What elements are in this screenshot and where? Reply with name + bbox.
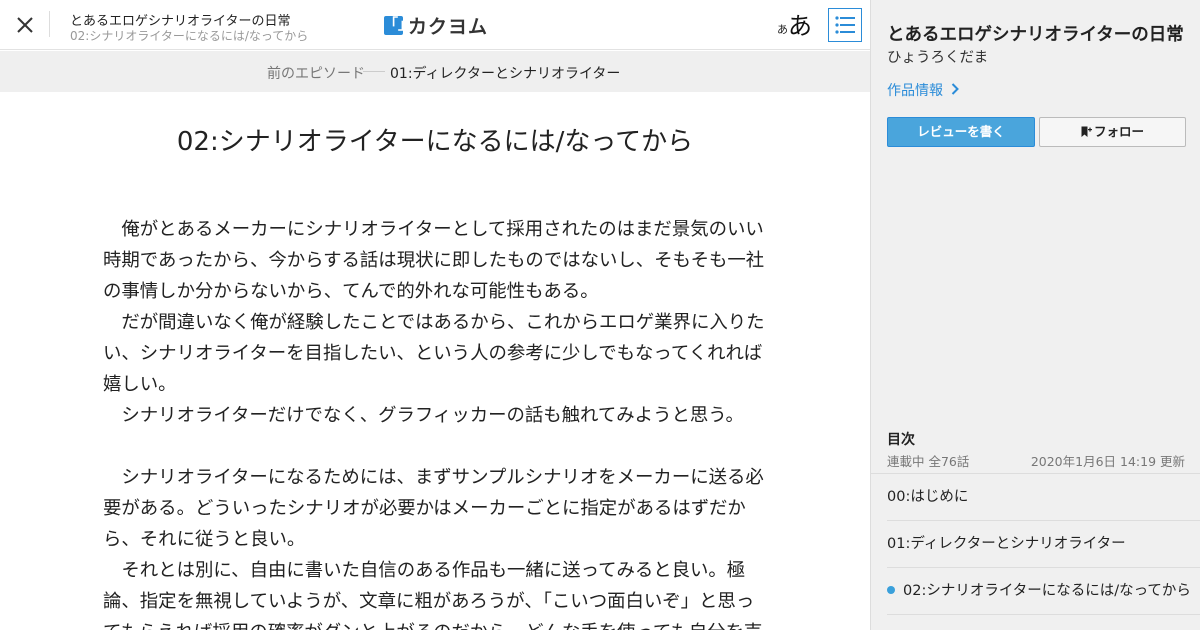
toc-item-title: 01:ディレクターとシナリオライター <box>887 536 1126 552</box>
body-line: シナリオライターになるためには、まずサンプルシナリオをメーカーに送る必 <box>103 467 764 488</box>
prev-episode-label[interactable]: 前のエピソード <box>267 63 365 83</box>
body-line: い、シナリオライターを目指したい、という人の参考に少しでもなってくれれば <box>103 343 763 364</box>
body-line: それとは別に、自由に書いた自信のある作品も一緒に送ってみると良い。極 <box>103 560 746 581</box>
work-info-link[interactable]: 作品情報 <box>887 80 959 100</box>
sidebar-author[interactable]: ひょうろくだま <box>887 46 988 67</box>
font-size-button[interactable]: あ あ <box>777 8 812 40</box>
toc-item[interactable]: 00:はじめに <box>887 474 1200 521</box>
toc-item-current[interactable]: 02:シナリオライターになるには/なってから <box>887 568 1200 615</box>
font-size-large-glyph: あ <box>788 12 812 40</box>
sidebar-work-title[interactable]: とあるエロゲシナリオライターの日常 <box>887 21 1184 46</box>
follow-label: フォロー <box>1093 124 1144 139</box>
toc-heading: 目次 <box>887 432 915 448</box>
body-line: 要がある。どういったシナリオが必要かはメーカーごとに指定があるはずだか <box>103 498 746 519</box>
nav-separator <box>363 71 385 72</box>
bookmark-plus-icon <box>1081 126 1092 137</box>
header-divider <box>49 11 50 37</box>
follow-button[interactable]: フォロー <box>1039 117 1186 147</box>
body-line: の事情しか分からないから、てんで的外れな可能性もある。 <box>103 281 599 302</box>
episode-navigation: 前のエピソード 01:ディレクターとシナリオライター <box>0 51 870 92</box>
current-episode-dot-icon <box>887 586 895 594</box>
work-sidebar: とあるエロゲシナリオライターの日常 ひょうろくだま 作品情報 レビューを書く フ… <box>870 0 1200 630</box>
episode-body: 俺がとあるメーカーにシナリオライターとして採用されたのはまだ景気のいい 時期であっ… <box>103 214 765 630</box>
body-line: シナリオライターだけでなく、グラフィッカーの話も触れてみようと思う。 <box>103 405 744 426</box>
body-line: てもらえれば採用の確率がグンと上がるのだから、どんな手を使っても自分を売 <box>103 617 762 630</box>
font-size-small-glyph: あ <box>777 23 788 36</box>
logo-text: カクヨム <box>408 15 489 38</box>
body-line: だが間違いなく俺が経験したことではあるから、これからエロゲ業界に入りた <box>103 312 765 333</box>
body-line: 時期であったから、今からする話は現状に即したものではないし、そもそも一社 <box>103 250 765 271</box>
prev-episode-link[interactable]: 01:ディレクターとシナリオライター <box>390 63 620 83</box>
toc-item[interactable]: 01:ディレクターとシナリオライター <box>887 521 1200 568</box>
toc-toggle-button[interactable] <box>828 8 862 42</box>
toc-item-title: 00:はじめに <box>887 489 969 505</box>
write-review-button[interactable]: レビューを書く <box>887 117 1035 147</box>
kakuyomu-logo[interactable]: 「」 カクヨム <box>384 13 489 38</box>
header-episode-subtitle: 02:シナリオライターになるには/なってから <box>70 29 309 43</box>
toc-item-title: 02:シナリオライターになるには/なってから <box>903 583 1191 599</box>
toc-updated: 2020年1月6日 14:19 更新 <box>1030 454 1185 469</box>
reader-header: とあるエロゲシナリオライターの日常 02:シナリオライターになるには/なってから… <box>0 0 870 50</box>
episode-title: 02:シナリオライターになるには/なってから <box>176 127 694 157</box>
close-button[interactable] <box>12 12 38 38</box>
body-line: 俺がとあるメーカーにシナリオライターとして採用されたのはまだ景気のいい <box>103 219 764 240</box>
toc-list: 00:はじめに 01:ディレクターとシナリオライター 02:シナリオライターにな… <box>871 473 1200 615</box>
body-line: 嬉しい。 <box>103 374 177 395</box>
list-icon <box>835 16 855 34</box>
close-icon <box>17 17 33 33</box>
body-line: ら、それに従うと良い。 <box>103 529 306 550</box>
logo-mark-icon: 「」 <box>384 15 412 35</box>
toc-status: 連載中 全76話 <box>887 454 970 469</box>
body-line: 論、指定を無視していようが、文章に粗があろうが、「こいつ面白いぞ」と思っ <box>103 591 755 612</box>
work-info-label: 作品情報 <box>887 83 943 99</box>
reader-main: とあるエロゲシナリオライターの日常 02:シナリオライターになるには/なってから… <box>0 0 870 630</box>
chevron-right-icon <box>951 83 959 99</box>
